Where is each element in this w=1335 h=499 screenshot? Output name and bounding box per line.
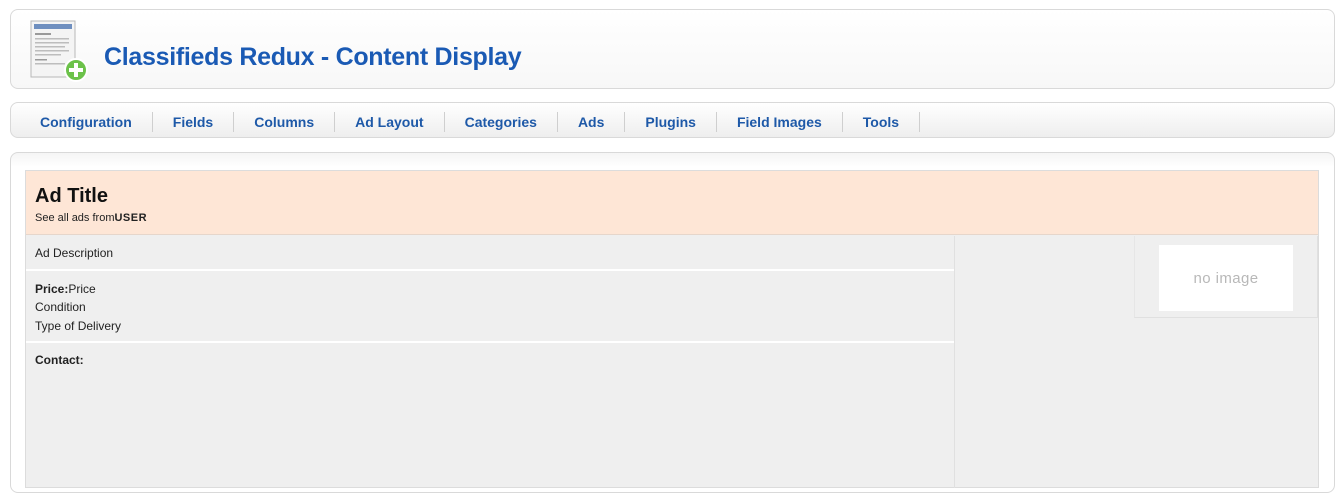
ad-image-column: no image <box>956 236 1318 488</box>
user-name: USER <box>114 212 148 224</box>
content-panel: Ad Title See all ads fromUSER Ad Descrip… <box>10 152 1335 493</box>
menu-item-tools[interactable]: Tools <box>843 112 921 132</box>
menu-item-configuration[interactable]: Configuration <box>28 112 153 132</box>
contact-section: Contact: <box>26 343 954 488</box>
menu-item-plugins[interactable]: Plugins <box>625 112 717 132</box>
menu-item-ad-layout[interactable]: Ad Layout <box>335 112 445 132</box>
menu-item-field-images[interactable]: Field Images <box>717 112 843 132</box>
see-all-ads-link[interactable]: See all ads fromUSER <box>35 212 147 224</box>
toolbar-menu: Configuration Fields Columns Ad Layout C… <box>28 112 921 132</box>
price-value: Price <box>68 282 96 296</box>
image-cell: no image <box>1134 236 1318 318</box>
delivery-field: Type of Delivery <box>35 319 122 333</box>
ad-preview: Ad Title See all ads fromUSER Ad Descrip… <box>25 170 1319 488</box>
menu-item-ads[interactable]: Ads <box>558 112 626 132</box>
menu-item-columns[interactable]: Columns <box>234 112 336 132</box>
contact-label: Contact: <box>35 353 84 367</box>
price-line: Price:Price <box>35 280 96 299</box>
ad-details-column: Ad Description Price:Price Condition Typ… <box>26 236 955 488</box>
main-toolbar: Configuration Fields Columns Ad Layout C… <box>10 102 1335 138</box>
ad-title-band: Ad Title See all ads fromUSER <box>26 171 1318 235</box>
price-label: Price: <box>35 282 69 296</box>
see-all-text: See all ads from <box>35 212 115 224</box>
page-header: Classifieds Redux - Content Display <box>10 9 1335 89</box>
page-title: Classifieds Redux - Content Display <box>104 43 522 71</box>
document-add-icon <box>30 20 88 82</box>
menu-item-categories[interactable]: Categories <box>445 112 558 132</box>
condition-field: Condition <box>35 300 86 314</box>
details-section: Price:Price Condition Type of Delivery <box>26 271 954 343</box>
menu-item-fields[interactable]: Fields <box>153 112 235 132</box>
no-image-placeholder: no image <box>1159 245 1293 311</box>
ad-description: Ad Description <box>35 246 114 260</box>
description-section: Ad Description <box>26 236 954 271</box>
ad-title: Ad Title <box>35 185 108 207</box>
